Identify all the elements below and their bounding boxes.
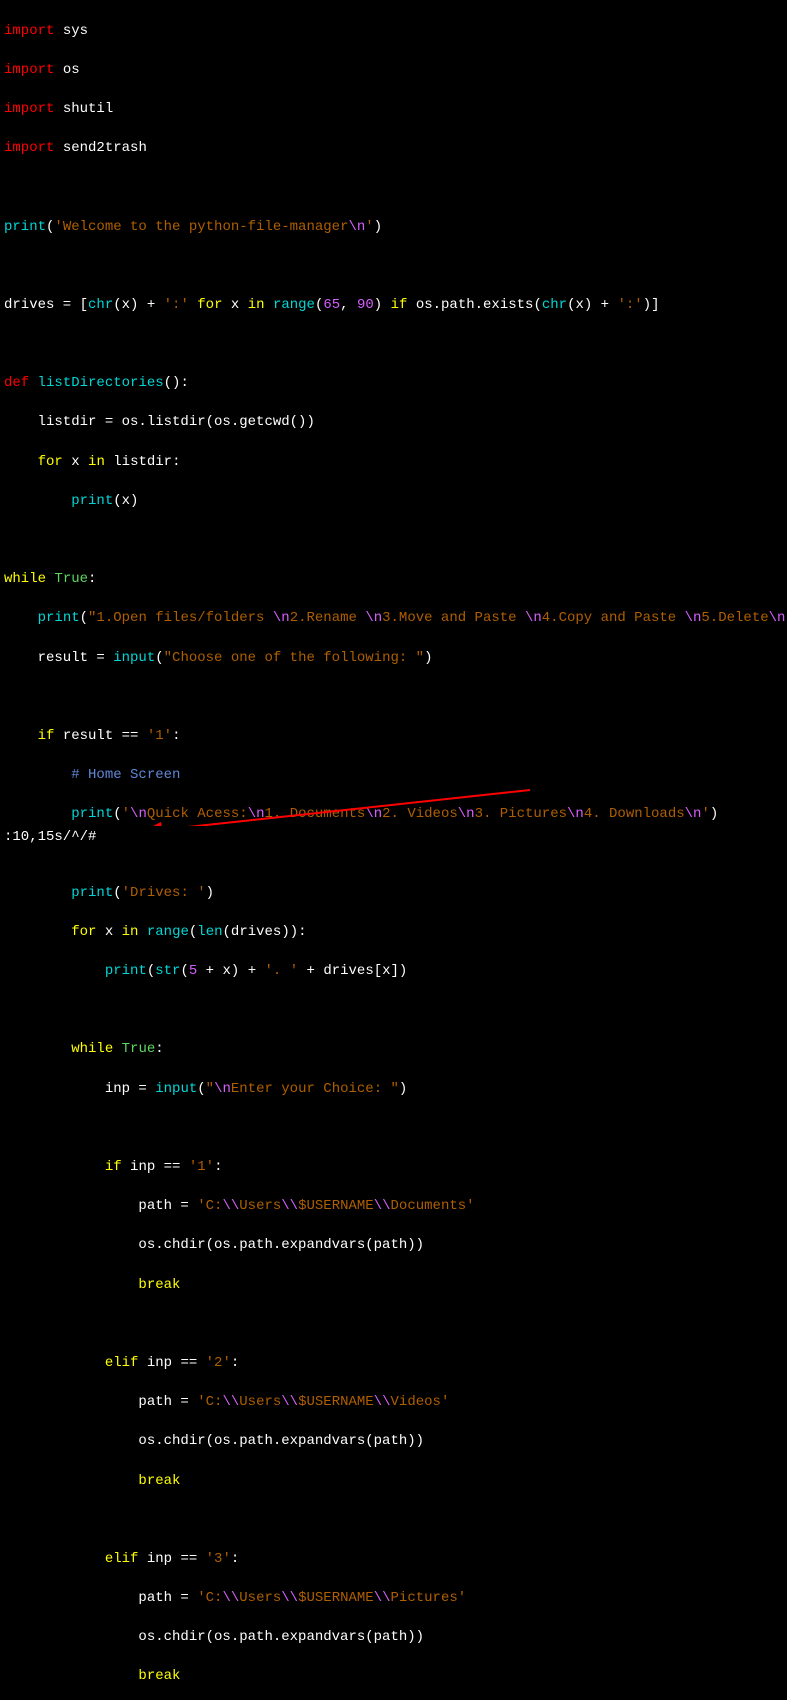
code-line [4, 1315, 783, 1335]
code-line: break [4, 1276, 783, 1296]
code-line: path = 'C:\\Users\\$USERNAME\\Pictures' [4, 1589, 783, 1609]
code-line: path = 'C:\\Users\\$USERNAME\\Videos' [4, 1393, 783, 1413]
code-line: while True: [4, 1040, 783, 1060]
vim-command-line[interactable]: :10,15s/^/# [0, 826, 787, 850]
code-line: if result == '1': [4, 727, 783, 747]
code-line [4, 335, 783, 355]
code-line: # Home Screen [4, 766, 783, 786]
code-line: for x in listdir: [4, 453, 783, 473]
code-line: import shutil [4, 100, 783, 120]
code-line: for x in range(len(drives)): [4, 923, 783, 943]
code-line: print('Drives: ') [4, 884, 783, 904]
code-line: drives = [chr(x) + ':' for x in range(65… [4, 296, 783, 316]
command-text: :10,15s/^/# [4, 829, 96, 845]
code-line: import os [4, 61, 783, 81]
code-line: print(str(5 + x) + '. ' + drives[x]) [4, 962, 783, 982]
code-line: if inp == '1': [4, 1158, 783, 1178]
code-line: os.chdir(os.path.expandvars(path)) [4, 1432, 783, 1452]
code-line [4, 531, 783, 551]
code-line: inp = input("\nEnter your Choice: ") [4, 1080, 783, 1100]
code-line [4, 1511, 783, 1531]
code-line: break [4, 1667, 783, 1687]
code-line: result = input("Choose one of the follow… [4, 649, 783, 669]
code-line: elif inp == '2': [4, 1354, 783, 1374]
code-line: print('\nQuick Acess:\n1. Documents\n2. … [4, 805, 783, 825]
code-line: print("1.Open files/folders \n2.Rename \… [4, 609, 783, 629]
code-editor[interactable]: import sys import os import shutil impor… [0, 0, 787, 1700]
code-line [4, 178, 783, 198]
code-line: print(x) [4, 492, 783, 512]
code-line [4, 1119, 783, 1139]
code-line: import send2trash [4, 139, 783, 159]
code-line [4, 688, 783, 708]
code-line [4, 257, 783, 277]
code-line: os.chdir(os.path.expandvars(path)) [4, 1236, 783, 1256]
code-line: path = 'C:\\Users\\$USERNAME\\Documents' [4, 1197, 783, 1217]
code-line: listdir = os.listdir(os.getcwd()) [4, 413, 783, 433]
code-line: os.chdir(os.path.expandvars(path)) [4, 1628, 783, 1648]
code-line: import sys [4, 22, 783, 42]
code-line: def listDirectories(): [4, 374, 783, 394]
code-line [4, 1001, 783, 1021]
code-line: elif inp == '3': [4, 1550, 783, 1570]
code-line: break [4, 1472, 783, 1492]
code-line: while True: [4, 570, 783, 590]
code-line: print('Welcome to the python-file-manage… [4, 218, 783, 238]
